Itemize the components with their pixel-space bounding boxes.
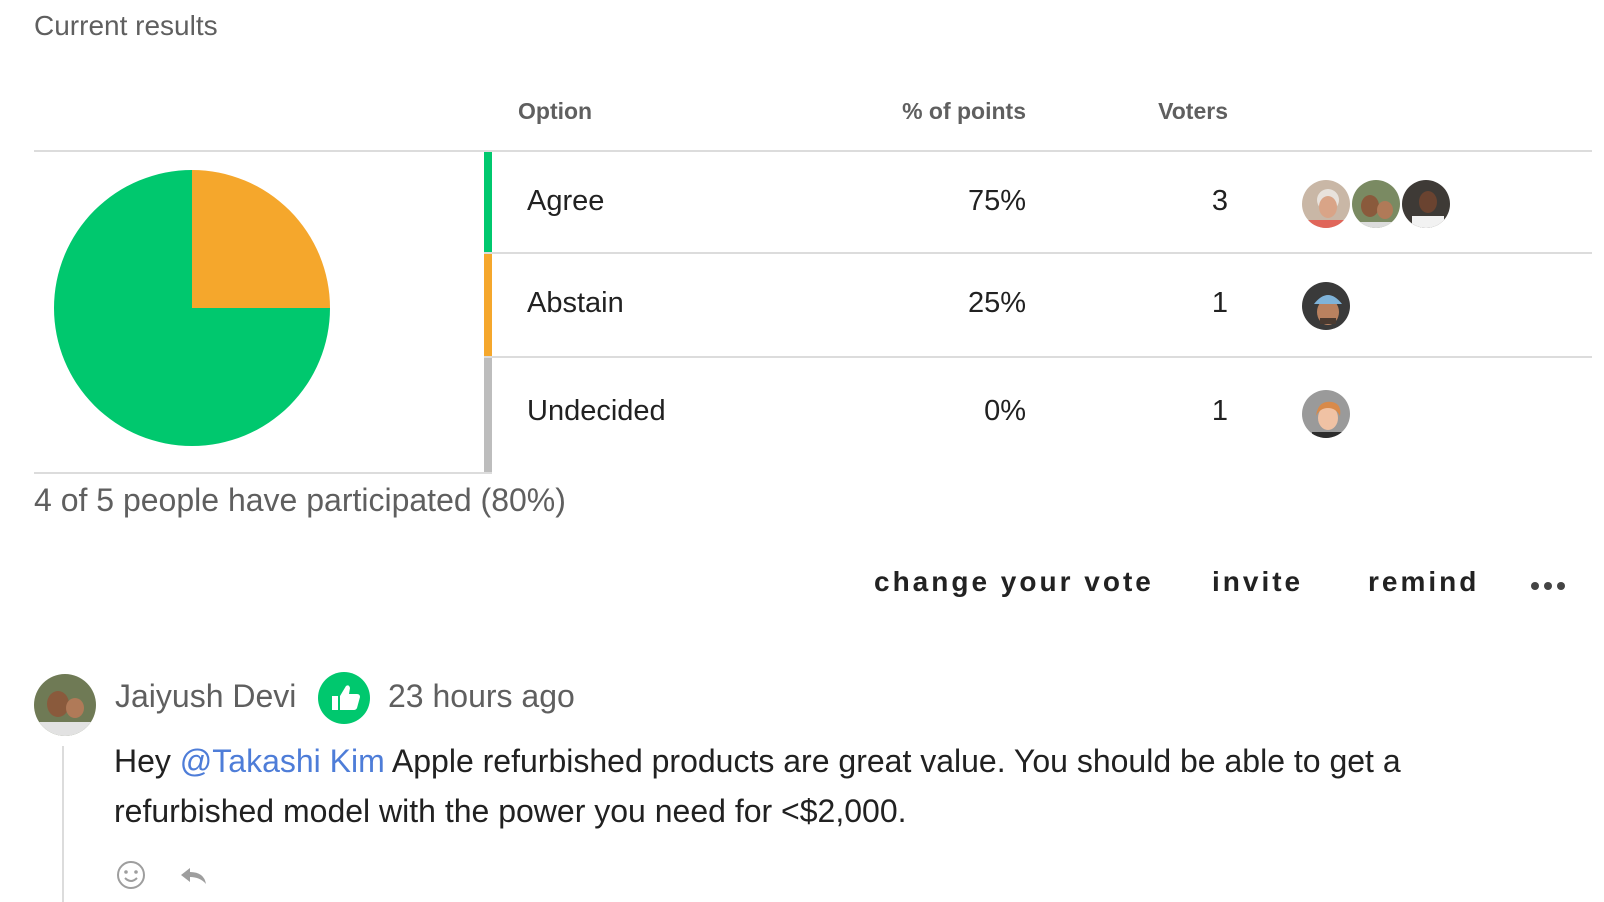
woman-avatar[interactable] xyxy=(1400,178,1452,230)
option-label: Undecided xyxy=(527,395,666,427)
option-label: Abstain xyxy=(527,287,624,319)
results-pie-chart xyxy=(34,152,484,470)
change-vote-button[interactable]: change your vote xyxy=(874,566,1154,598)
section-title: Current results xyxy=(34,10,218,41)
man-with-beanie-avatar[interactable] xyxy=(1300,280,1352,332)
smiley-icon[interactable] xyxy=(116,860,146,890)
comment-body-prefix: Hey xyxy=(114,743,180,779)
option-voter-count: 1 xyxy=(1211,395,1228,427)
table-row-agree[interactable]: Agree 75% 3 xyxy=(484,152,1592,258)
comment-author-name[interactable]: Jaiyush Devi xyxy=(115,678,296,715)
thumbs-up-icon xyxy=(318,672,370,724)
user-mention-link[interactable]: @Takashi Kim xyxy=(180,743,385,779)
option-color-bar xyxy=(484,358,492,472)
table-row-abstain[interactable]: Abstain 25% 1 xyxy=(484,254,1592,360)
participation-summary: 4 of 5 people have participated (80%) xyxy=(34,482,566,518)
pie-svg xyxy=(54,170,330,446)
column-header-voters: Voters xyxy=(1158,98,1228,124)
comment-author-avatar[interactable] xyxy=(34,674,96,736)
table-row-undecided[interactable]: Undecided 0% 1 xyxy=(484,358,1592,472)
column-header-option: Option xyxy=(518,98,593,124)
option-percent: 0% xyxy=(984,395,1026,427)
more-horizontal-icon[interactable] xyxy=(1530,576,1570,596)
option-voter-count: 1 xyxy=(1211,287,1228,319)
comment-timestamp[interactable]: 23 hours ago xyxy=(388,678,575,715)
comment-thread-line xyxy=(62,746,64,902)
option-percent: 25% xyxy=(967,287,1026,319)
man-with-child-avatar[interactable] xyxy=(1350,178,1402,230)
option-percent: 75% xyxy=(967,185,1026,217)
option-color-bar xyxy=(484,254,492,360)
invite-button[interactable]: invite xyxy=(1212,566,1303,598)
option-color-bar xyxy=(484,152,492,258)
elderly-woman-avatar[interactable] xyxy=(1300,178,1352,230)
reply-icon[interactable] xyxy=(178,864,210,888)
comment-body: Hey @Takashi Kim Apple refurbished produ… xyxy=(114,736,1534,836)
column-header-points: % of points xyxy=(902,98,1026,124)
table-bottom-divider xyxy=(34,472,492,474)
remind-button[interactable]: remind xyxy=(1368,566,1479,598)
option-label: Agree xyxy=(527,185,605,217)
woman-short-hair-avatar[interactable] xyxy=(1300,388,1352,440)
pie-slice-abstain xyxy=(192,170,330,308)
option-voter-count: 3 xyxy=(1211,185,1228,217)
